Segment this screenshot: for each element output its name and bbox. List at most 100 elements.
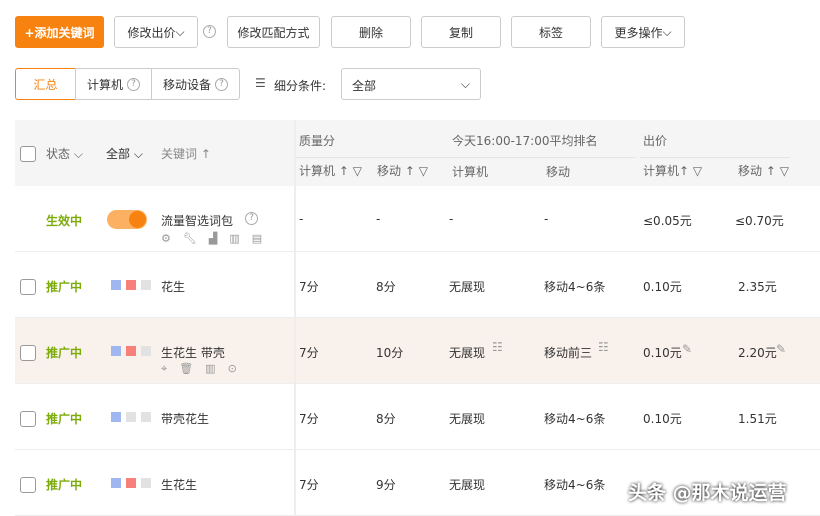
device-indicator-gray bbox=[126, 412, 136, 422]
tab-computer-label: 计算机 bbox=[86, 77, 123, 92]
tag-button[interactable]: 标签 bbox=[511, 16, 591, 48]
help-icon[interactable]: ? bbox=[203, 25, 216, 38]
wrench-icon[interactable]: 🔧︎ bbox=[183, 232, 197, 245]
keyword-text: 流量智选词包 bbox=[161, 214, 234, 228]
status-text: 推广中 bbox=[46, 346, 83, 360]
list-icon: ☰ bbox=[255, 76, 266, 90]
filter-select[interactable]: 全部 ⌵ bbox=[341, 68, 481, 100]
select-all-checkbox[interactable] bbox=[20, 146, 36, 162]
keyword-text: 带壳花生 bbox=[161, 412, 210, 426]
toggle-switch[interactable] bbox=[107, 210, 147, 229]
quality-mobile: 10分 bbox=[376, 346, 404, 360]
chevron-down-icon: ⌵ bbox=[460, 77, 470, 91]
edit-bid-label: 修改出价 bbox=[127, 25, 176, 40]
all-filter[interactable]: 全部 ⌵ bbox=[106, 145, 143, 162]
row-checkbox[interactable] bbox=[20, 279, 36, 295]
add-keyword-button[interactable]: +添加关键词 bbox=[15, 16, 104, 48]
keyword-sort[interactable]: 关键词 ↑ bbox=[161, 145, 211, 162]
divider bbox=[640, 157, 790, 158]
rank-pc: 无展现 bbox=[449, 346, 486, 360]
quality-mobile: - bbox=[376, 212, 381, 226]
rank-header: 今天16:00-17:00平均排名 bbox=[452, 134, 598, 148]
bid-pc[interactable]: 0.10元 bbox=[643, 344, 682, 361]
quality-mobile-sort[interactable]: 移动 ↑ ▽ bbox=[377, 162, 428, 179]
row-actions: ⚙ 🔧︎ ▟ ▥ ▤ bbox=[161, 232, 262, 245]
trend-icon[interactable]: ▟ bbox=[209, 232, 217, 245]
bid-mobile-sort[interactable]: 移动 ↑ ▽ bbox=[738, 162, 789, 179]
tab-mobile-label: 移动设备 bbox=[162, 77, 211, 92]
bid-pc[interactable]: 0.10元 bbox=[643, 410, 682, 427]
device-indicator-gray bbox=[141, 478, 151, 488]
label: 计算机 bbox=[643, 164, 680, 178]
row-actions: ⌖ 🗑︎ ▥ ⊙ bbox=[161, 362, 237, 376]
quality-pc: 7分 bbox=[299, 346, 319, 360]
label: 移动 bbox=[377, 164, 402, 178]
label: 计算机 bbox=[299, 164, 336, 178]
device-indicator-gray bbox=[141, 280, 151, 290]
row-checkbox[interactable] bbox=[20, 345, 36, 361]
delete-button[interactable]: 删除 bbox=[331, 16, 411, 48]
help-icon: ? bbox=[215, 77, 228, 91]
rank-pc: 无展现 bbox=[449, 280, 486, 294]
status-text: 生效中 bbox=[46, 214, 83, 228]
quality-pc: 7分 bbox=[299, 478, 319, 492]
rank-detail-icon[interactable]: ☷ bbox=[492, 340, 503, 354]
bid-pc[interactable]: 0.10元 bbox=[643, 278, 682, 295]
rank-mobile-header: 移动 bbox=[546, 165, 571, 179]
device-indicator-red bbox=[126, 478, 136, 488]
bar-chart-icon[interactable]: ▥ bbox=[205, 362, 215, 376]
keyword-header: 关键词 bbox=[161, 147, 198, 161]
edit-pencil-icon[interactable]: ✎ bbox=[682, 342, 692, 356]
rank-mobile: - bbox=[544, 212, 549, 226]
trash-icon[interactable]: 🗑︎ bbox=[179, 362, 193, 376]
keyword-text: 生花生 带壳 bbox=[161, 346, 225, 360]
bid-mobile[interactable]: 2.20元 bbox=[738, 344, 777, 361]
status-header: 状态 bbox=[46, 147, 71, 161]
rank-pc: 无展现 bbox=[449, 478, 486, 492]
device-indicator-gray bbox=[141, 346, 151, 356]
edit-match-button[interactable]: 修改匹配方式 bbox=[227, 16, 320, 48]
row-checkbox[interactable] bbox=[20, 411, 36, 427]
tab-summary[interactable]: 汇总 bbox=[15, 68, 76, 100]
edit-bid-dropdown[interactable]: 修改出价 ⌵ bbox=[114, 16, 198, 48]
rank-detail-icon[interactable]: ☷ bbox=[598, 340, 609, 354]
rank-pc-header: 计算机 bbox=[452, 165, 489, 179]
more-icon[interactable]: ⊙ bbox=[228, 362, 237, 376]
tab-mobile[interactable]: 移动设备? bbox=[151, 68, 240, 100]
gear-icon[interactable]: ⚙ bbox=[161, 232, 171, 245]
keyword-text: 花生 bbox=[161, 280, 186, 294]
bid-pc[interactable]: ≤0.05元 bbox=[643, 212, 692, 229]
target-icon[interactable]: ⌖ bbox=[161, 362, 167, 376]
rank-pc: - bbox=[449, 212, 454, 226]
more-label: 更多操作 bbox=[614, 25, 663, 40]
clipboard-icon[interactable]: ▤ bbox=[252, 232, 262, 245]
more-actions-dropdown[interactable]: 更多操作 ⌵ bbox=[601, 16, 685, 48]
device-indicator-red bbox=[126, 280, 136, 290]
status-text: 推广中 bbox=[46, 478, 83, 492]
quality-header: 质量分 bbox=[299, 134, 336, 148]
watermark: 头条 @那木说运营 bbox=[628, 482, 787, 504]
row-checkbox[interactable] bbox=[20, 477, 36, 493]
quality-pc-sort[interactable]: 计算机 ↑ ▽ bbox=[299, 162, 362, 179]
copy-button[interactable]: 复制 bbox=[421, 16, 501, 48]
bid-mobile[interactable]: ≤0.70元 bbox=[735, 212, 784, 229]
all-header: 全部 bbox=[106, 147, 131, 161]
rank-mobile: 移动4~6条 bbox=[544, 478, 606, 492]
quality-mobile: 8分 bbox=[376, 280, 396, 294]
bid-pc-sort[interactable]: 计算机↑ ▽ bbox=[643, 162, 702, 179]
bid-mobile[interactable]: 2.35元 bbox=[738, 278, 777, 295]
status-filter[interactable]: 状态 ⌵ bbox=[46, 145, 83, 162]
tab-computer[interactable]: 计算机? bbox=[75, 68, 152, 100]
bid-mobile[interactable]: 1.51元 bbox=[738, 410, 777, 427]
divider bbox=[296, 157, 636, 158]
rank-pc: 无展现 bbox=[449, 412, 486, 426]
edit-pencil-icon[interactable]: ✎ bbox=[776, 342, 786, 356]
device-indicator-gray bbox=[141, 412, 151, 422]
rank-mobile: 移动4~6条 bbox=[544, 280, 606, 294]
label: 移动 bbox=[738, 164, 763, 178]
device-indicator-blue bbox=[111, 346, 121, 356]
quality-pc: - bbox=[299, 212, 304, 226]
status-text: 推广中 bbox=[46, 280, 83, 294]
help-icon[interactable]: ? bbox=[245, 212, 258, 225]
bar-chart-icon[interactable]: ▥ bbox=[229, 232, 239, 245]
